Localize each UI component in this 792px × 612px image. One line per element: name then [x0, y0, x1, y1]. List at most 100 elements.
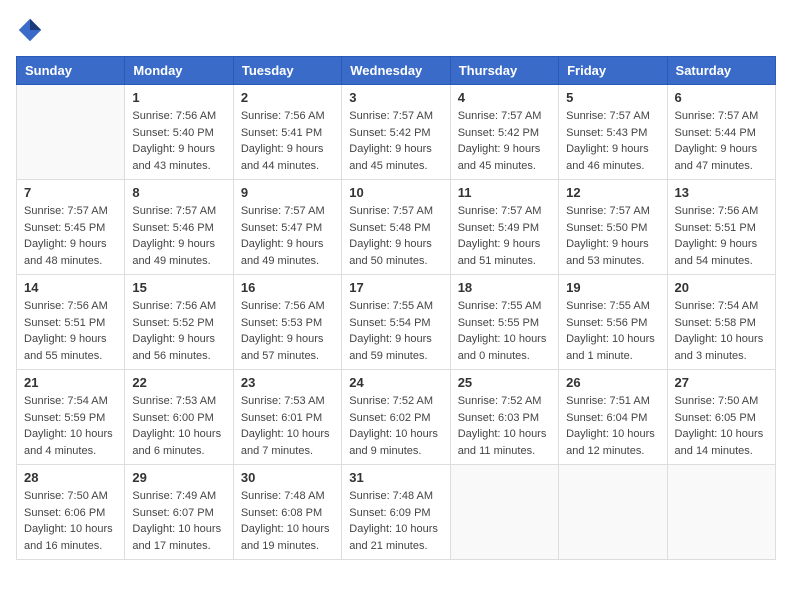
calendar-cell: 24Sunrise: 7:52 AMSunset: 6:02 PMDayligh… — [342, 370, 450, 465]
sunrise-text: Sunrise: 7:52 AM — [349, 393, 442, 410]
day-number: 19 — [566, 280, 659, 295]
day-info: Sunrise: 7:56 AMSunset: 5:52 PMDaylight:… — [132, 298, 225, 364]
sunset-text: Sunset: 5:51 PM — [24, 315, 117, 332]
calendar-cell: 11Sunrise: 7:57 AMSunset: 5:49 PMDayligh… — [450, 180, 558, 275]
daylight-text: Daylight: 10 hours and 3 minutes. — [675, 331, 768, 364]
daylight-text: Daylight: 10 hours and 1 minute. — [566, 331, 659, 364]
page-header — [16, 16, 776, 44]
day-info: Sunrise: 7:56 AMSunset: 5:40 PMDaylight:… — [132, 108, 225, 174]
calendar-cell: 3Sunrise: 7:57 AMSunset: 5:42 PMDaylight… — [342, 85, 450, 180]
day-number: 30 — [241, 470, 334, 485]
day-info: Sunrise: 7:53 AMSunset: 6:01 PMDaylight:… — [241, 393, 334, 459]
sunrise-text: Sunrise: 7:55 AM — [566, 298, 659, 315]
column-header-friday: Friday — [559, 57, 667, 85]
sunset-text: Sunset: 5:56 PM — [566, 315, 659, 332]
day-number: 13 — [675, 185, 768, 200]
day-info: Sunrise: 7:53 AMSunset: 6:00 PMDaylight:… — [132, 393, 225, 459]
sunrise-text: Sunrise: 7:57 AM — [566, 203, 659, 220]
sunset-text: Sunset: 5:41 PM — [241, 125, 334, 142]
day-info: Sunrise: 7:54 AMSunset: 5:59 PMDaylight:… — [24, 393, 117, 459]
calendar-cell: 23 Sunrise: 7:53 AMSunset: 6:01 PMDayligh… — [233, 370, 341, 465]
sunset-text: Sunset: 5:42 PM — [349, 125, 442, 142]
daylight-text: Daylight: 10 hours and 7 minutes. — [241, 426, 334, 459]
daylight-text: Daylight: 10 hours and 4 minutes. — [24, 426, 117, 459]
calendar-cell: 25 Sunrise: 7:52 AMSunset: 6:03 PMDayligh… — [450, 370, 558, 465]
sunset-text: Sunset: 5:55 PM — [458, 315, 551, 332]
day-info: Sunrise: 7:57 AMSunset: 5:45 PMDaylight:… — [24, 203, 117, 269]
day-info: Sunrise: 7:55 AMSunset: 5:56 PMDaylight:… — [566, 298, 659, 364]
daylight-text: Daylight: 10 hours and 0 minutes. — [458, 331, 551, 364]
sunrise-text: Sunrise: 7:55 AM — [458, 298, 551, 315]
sunrise-text: Sunrise: 7:55 AM — [349, 298, 442, 315]
day-number: 18 — [458, 280, 551, 295]
logo — [16, 16, 48, 44]
day-number: 28 — [24, 470, 117, 485]
calendar-week-2: 7 Sunrise: 7:57 AMSunset: 5:45 PMDaylight… — [17, 180, 776, 275]
day-info: Sunrise: 7:54 AMSunset: 5:58 PMDaylight:… — [675, 298, 768, 364]
sunrise-text: Sunrise: 7:56 AM — [24, 298, 117, 315]
sunrise-text: Sunrise: 7:57 AM — [458, 203, 551, 220]
sunset-text: Sunset: 5:52 PM — [132, 315, 225, 332]
daylight-text: Daylight: 9 hours and 56 minutes. — [132, 331, 225, 364]
sunset-text: Sunset: 5:51 PM — [675, 220, 768, 237]
day-info: Sunrise: 7:50 AMSunset: 6:06 PMDaylight:… — [24, 488, 117, 554]
sunrise-text: Sunrise: 7:53 AM — [132, 393, 225, 410]
daylight-text: Daylight: 10 hours and 11 minutes. — [458, 426, 551, 459]
day-number: 26 — [566, 375, 659, 390]
sunset-text: Sunset: 6:06 PM — [24, 505, 117, 522]
day-info: Sunrise: 7:56 AMSunset: 5:51 PMDaylight:… — [24, 298, 117, 364]
calendar-cell: 29 Sunrise: 7:49 AMSunset: 6:07 PMDayligh… — [125, 465, 233, 560]
day-info: Sunrise: 7:57 AMSunset: 5:47 PMDaylight:… — [241, 203, 334, 269]
sunrise-text: Sunrise: 7:53 AM — [241, 393, 334, 410]
day-number: 27 — [675, 375, 768, 390]
day-info: Sunrise: 7:52 AMSunset: 6:03 PMDaylight:… — [458, 393, 551, 459]
day-info: Sunrise: 7:49 AMSunset: 6:07 PMDaylight:… — [132, 488, 225, 554]
day-info: Sunrise: 7:57 AMSunset: 5:46 PMDaylight:… — [132, 203, 225, 269]
day-info: Sunrise: 7:52 AMSunset: 6:02 PMDaylight:… — [349, 393, 442, 459]
calendar-cell: 19 Sunrise: 7:55 AMSunset: 5:56 PMDayligh… — [559, 275, 667, 370]
day-info: Sunrise: 7:56 AMSunset: 5:41 PMDaylight:… — [241, 108, 334, 174]
day-number: 10 — [349, 185, 442, 200]
day-number: 7 — [24, 185, 117, 200]
calendar-cell: 1 Sunrise: 7:56 AMSunset: 5:40 PMDaylight… — [125, 85, 233, 180]
day-number: 1 — [132, 90, 225, 105]
calendar-cell: 21Sunrise: 7:54 AMSunset: 5:59 PMDayligh… — [17, 370, 125, 465]
sunset-text: Sunset: 5:49 PM — [458, 220, 551, 237]
sunset-text: Sunset: 5:42 PM — [458, 125, 551, 142]
day-number: 25 — [458, 375, 551, 390]
sunset-text: Sunset: 6:05 PM — [675, 410, 768, 427]
day-number: 29 — [132, 470, 225, 485]
day-number: 31 — [349, 470, 442, 485]
calendar-cell: 13Sunrise: 7:56 AMSunset: 5:51 PMDayligh… — [667, 180, 775, 275]
daylight-text: Daylight: 9 hours and 53 minutes. — [566, 236, 659, 269]
sunrise-text: Sunrise: 7:57 AM — [675, 108, 768, 125]
daylight-text: Daylight: 10 hours and 12 minutes. — [566, 426, 659, 459]
day-info: Sunrise: 7:57 AMSunset: 5:42 PMDaylight:… — [458, 108, 551, 174]
daylight-text: Daylight: 10 hours and 19 minutes. — [241, 521, 334, 554]
logo-icon — [16, 16, 44, 44]
daylight-text: Daylight: 10 hours and 14 minutes. — [675, 426, 768, 459]
day-info: Sunrise: 7:57 AMSunset: 5:49 PMDaylight:… — [458, 203, 551, 269]
day-number: 20 — [675, 280, 768, 295]
sunrise-text: Sunrise: 7:57 AM — [349, 203, 442, 220]
sunset-text: Sunset: 6:02 PM — [349, 410, 442, 427]
calendar-cell: 10 Sunrise: 7:57 AMSunset: 5:48 PMDayligh… — [342, 180, 450, 275]
daylight-text: Daylight: 9 hours and 47 minutes. — [675, 141, 768, 174]
sunrise-text: Sunrise: 7:51 AM — [566, 393, 659, 410]
calendar-cell: 16Sunrise: 7:56 AMSunset: 5:53 PMDayligh… — [233, 275, 341, 370]
daylight-text: Daylight: 9 hours and 54 minutes. — [675, 236, 768, 269]
sunset-text: Sunset: 6:08 PM — [241, 505, 334, 522]
calendar-cell: 28 Sunrise: 7:50 AMSunset: 6:06 PMDayligh… — [17, 465, 125, 560]
day-number: 23 — [241, 375, 334, 390]
sunrise-text: Sunrise: 7:56 AM — [132, 108, 225, 125]
calendar-cell: 22Sunrise: 7:53 AMSunset: 6:00 PMDayligh… — [125, 370, 233, 465]
sunrise-text: Sunrise: 7:57 AM — [24, 203, 117, 220]
sunrise-text: Sunrise: 7:56 AM — [132, 298, 225, 315]
day-info: Sunrise: 7:55 AMSunset: 5:54 PMDaylight:… — [349, 298, 442, 364]
day-info: Sunrise: 7:57 AMSunset: 5:48 PMDaylight:… — [349, 203, 442, 269]
day-info: Sunrise: 7:51 AMSunset: 6:04 PMDaylight:… — [566, 393, 659, 459]
calendar-week-1: 1 Sunrise: 7:56 AMSunset: 5:40 PMDaylight… — [17, 85, 776, 180]
daylight-text: Daylight: 9 hours and 55 minutes. — [24, 331, 117, 364]
daylight-text: Daylight: 9 hours and 50 minutes. — [349, 236, 442, 269]
sunrise-text: Sunrise: 7:57 AM — [349, 108, 442, 125]
